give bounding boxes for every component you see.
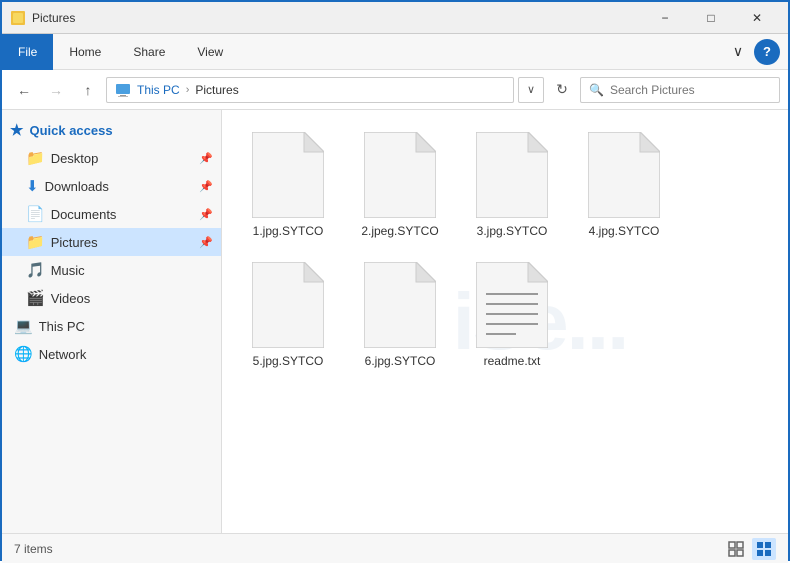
- help-button[interactable]: ?: [754, 39, 780, 65]
- close-button[interactable]: ✕: [734, 2, 780, 34]
- status-bar: 7 items: [2, 533, 788, 563]
- computer-icon: [115, 82, 131, 98]
- download-icon: ⬇: [26, 177, 39, 195]
- expand-ribbon-button[interactable]: ∨: [726, 40, 750, 64]
- file-icon: [252, 262, 324, 348]
- file-icon: [364, 132, 436, 218]
- path-segment-pictures: Pictures: [195, 83, 238, 97]
- sidebar-label-quick-access: Quick access: [29, 123, 112, 138]
- forward-button[interactable]: →: [42, 76, 70, 104]
- maximize-button[interactable]: □: [688, 2, 734, 34]
- address-path[interactable]: This PC › Pictures: [106, 77, 514, 103]
- pin-icon-downloads: 📌: [199, 180, 213, 193]
- search-box: 🔍: [580, 77, 780, 103]
- file-label: 5.jpg.SYTCO: [253, 354, 324, 368]
- sidebar-label-videos: Videos: [51, 291, 91, 306]
- tab-share[interactable]: Share: [117, 34, 181, 70]
- file-icon: [364, 262, 436, 348]
- window-title: Pictures: [32, 11, 642, 25]
- sidebar-label-downloads: Downloads: [45, 179, 109, 194]
- address-bar: ← → ↑ This PC › Pictures ∨ ↻ 🔍: [2, 70, 788, 110]
- sidebar-label-music: Music: [51, 263, 85, 278]
- large-icons-view-button[interactable]: [752, 538, 776, 560]
- window-controls: − □ ✕: [642, 2, 780, 34]
- file-label: 3.jpg.SYTCO: [477, 224, 548, 238]
- sidebar-item-quick-access[interactable]: ★ Quick access: [2, 116, 221, 144]
- star-icon: ★: [10, 121, 23, 139]
- file-label: readme.txt: [484, 354, 541, 368]
- minimize-button[interactable]: −: [642, 2, 688, 34]
- up-button[interactable]: ↑: [74, 76, 102, 104]
- file-item[interactable]: 1.jpg.SYTCO: [238, 126, 338, 244]
- sidebar-item-documents[interactable]: 📄 Documents 📌: [2, 200, 221, 228]
- sidebar-label-pictures: Pictures: [51, 235, 98, 250]
- file-item[interactable]: 6.jpg.SYTCO: [350, 256, 450, 374]
- folder-icon-desktop: 📁: [26, 149, 45, 167]
- address-chevron[interactable]: ∨: [518, 77, 544, 103]
- title-bar: Pictures − □ ✕: [2, 2, 788, 34]
- file-label: 6.jpg.SYTCO: [365, 354, 436, 368]
- sidebar-item-pictures[interactable]: 📁 Pictures 📌: [2, 228, 221, 256]
- file-item[interactable]: 2.jpeg.SYTCO: [350, 126, 450, 244]
- file-label: 1.jpg.SYTCO: [253, 224, 324, 238]
- pin-icon-pictures: 📌: [199, 236, 213, 249]
- pc-icon: 💻: [14, 317, 33, 335]
- sidebar-item-network[interactable]: 🌐 Network: [2, 340, 221, 368]
- file-item[interactable]: 3.jpg.SYTCO: [462, 126, 562, 244]
- sidebar-label-network: Network: [39, 347, 87, 362]
- path-segment-thispc: This PC: [137, 83, 180, 97]
- video-icon: 🎬: [26, 289, 45, 307]
- file-item[interactable]: 4.jpg.SYTCO: [574, 126, 674, 244]
- doc-icon: 📄: [26, 205, 45, 223]
- sidebar-item-videos[interactable]: 🎬 Videos: [2, 284, 221, 312]
- tab-view[interactable]: View: [181, 34, 239, 70]
- music-icon: 🎵: [26, 261, 45, 279]
- content-area: iSe... 1.jpg.SYTCO 2.jpeg.SYTCO 3.jpg.SY…: [222, 110, 788, 533]
- sidebar-label-this-pc: This PC: [39, 319, 85, 334]
- file-icon: [588, 132, 660, 218]
- file-item[interactable]: readme.txt: [462, 256, 562, 374]
- sidebar-label-desktop: Desktop: [51, 151, 99, 166]
- sidebar-item-desktop[interactable]: 📁 Desktop 📌: [2, 144, 221, 172]
- ribbon: File Home Share View ∨ ?: [2, 34, 788, 70]
- file-icon: [476, 132, 548, 218]
- app-icon: [10, 10, 26, 26]
- file-icon: [476, 262, 548, 348]
- back-button[interactable]: ←: [10, 76, 38, 104]
- grid-view-button[interactable]: [724, 538, 748, 560]
- file-icon: [252, 132, 324, 218]
- file-item[interactable]: 5.jpg.SYTCO: [238, 256, 338, 374]
- folder-icon-pictures: 📁: [26, 233, 45, 251]
- view-switcher: [724, 538, 776, 560]
- sidebar-item-this-pc[interactable]: 💻 This PC: [2, 312, 221, 340]
- sidebar-item-music[interactable]: 🎵 Music: [2, 256, 221, 284]
- item-count: 7 items: [14, 542, 53, 556]
- pin-icon-documents: 📌: [199, 208, 213, 221]
- file-label: 4.jpg.SYTCO: [589, 224, 660, 238]
- sidebar-label-documents: Documents: [51, 207, 117, 222]
- main-layout: ★ Quick access 📁 Desktop 📌 ⬇ Downloads 📌…: [2, 110, 788, 533]
- ribbon-expand: ∨ ?: [726, 39, 788, 65]
- tab-file[interactable]: File: [2, 34, 53, 70]
- network-icon: 🌐: [14, 345, 33, 363]
- tab-home[interactable]: Home: [53, 34, 117, 70]
- sidebar: ★ Quick access 📁 Desktop 📌 ⬇ Downloads 📌…: [2, 110, 222, 533]
- search-input[interactable]: [610, 83, 771, 97]
- refresh-button[interactable]: ↻: [548, 76, 576, 104]
- search-icon: 🔍: [589, 83, 604, 97]
- file-label: 2.jpeg.SYTCO: [361, 224, 438, 238]
- pin-icon-desktop: 📌: [199, 152, 213, 165]
- sidebar-item-downloads[interactable]: ⬇ Downloads 📌: [2, 172, 221, 200]
